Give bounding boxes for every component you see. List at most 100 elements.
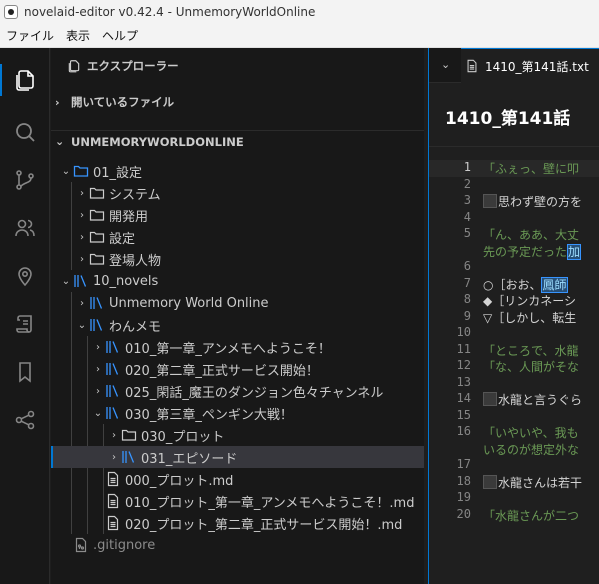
chevron-down-icon[interactable]: ⌄ <box>441 58 450 71</box>
document-title: 1410_第141話 <box>445 109 571 129</box>
line-text: 「いやいや、我も <box>483 426 579 440</box>
explorer-title: エクスプローラー <box>67 58 179 74</box>
app-logo-icon <box>4 5 18 19</box>
library-icon <box>73 273 89 289</box>
text-line <box>483 375 599 392</box>
tree-label: 01_設定 <box>93 165 143 181</box>
folder-icon <box>121 427 137 443</box>
highlighted-text: 鳳師 <box>541 276 568 293</box>
tree-label: わんメモ <box>109 319 162 335</box>
editor-pane: ⌄ 1410_第141話.txt 1410_第141話 1 2 3 4 5 6 … <box>428 48 599 584</box>
menu-view[interactable]: 表示 <box>60 27 96 44</box>
text-line: 「ところで、水龍 <box>483 342 599 359</box>
text-line: 思わず壁の方を <box>483 193 599 210</box>
tree-label: 10_novels <box>93 273 159 289</box>
tree-label: 030_第三章_ペンギン大戦！ <box>125 407 293 423</box>
menu-help[interactable]: ヘルプ <box>96 27 144 44</box>
line-text: 先の予定だった <box>483 244 568 259</box>
tree-label: 025_閑話_魔王のダンジョン色々チャンネル <box>125 385 384 401</box>
library-icon <box>105 339 121 355</box>
line-number: 8 <box>463 292 471 306</box>
tree-folder-interlude[interactable]: › 025_閑話_魔王のダンジョン色々チャンネル <box>51 380 424 402</box>
text-line: ○［おお、鳳師 <box>483 276 599 293</box>
text-line: 「水龍さんが二つ <box>483 507 599 524</box>
line-text: 「ところで、水龍 <box>483 343 579 358</box>
tree-folder-system[interactable]: › システム <box>51 182 424 204</box>
text-line: 「な、人間がそな <box>483 358 599 375</box>
folder-open-icon <box>73 163 89 179</box>
line-number: 6 <box>463 259 471 273</box>
explorer-sidebar: エクスプローラー › 開いているファイル ⌄ UNMEMORYWORLDONLI… <box>51 48 424 584</box>
line-number <box>429 243 473 260</box>
tree-folder-novels[interactable]: ⌄ 10_novels <box>51 270 424 292</box>
tree-file-plot-ch1[interactable]: 010_プロット_第一章_アンメモへようこそ！.md <box>51 490 424 512</box>
line-number: 16 <box>456 424 471 438</box>
tree-folder-characters[interactable]: › 登場人物 <box>51 248 424 270</box>
indent-space-marker <box>483 392 497 406</box>
folder-icon <box>89 251 105 267</box>
library-icon <box>105 361 121 377</box>
tree-file-plot-ch2[interactable]: 020_プロット_第二章_正式サービス開始！.md <box>51 512 424 534</box>
text-line: ◆［リンカネーシ <box>483 292 599 309</box>
line-number: 15 <box>456 407 471 422</box>
tree-folder-unmemory[interactable]: › Unmemory World Online <box>51 292 424 314</box>
tree-file-gitignore[interactable]: .gitignore <box>51 534 424 556</box>
text-line: 先の予定だった加 <box>483 243 599 260</box>
file-text-icon <box>105 471 121 487</box>
tab-label: 1410_第141話.txt <box>485 59 589 74</box>
line-number: 10 <box>456 325 471 339</box>
tree-file-plot-md[interactable]: 000_プロット.md <box>51 468 424 490</box>
workspace-section[interactable]: ⌄ UNMEMORYWORLDONLINE <box>51 130 424 152</box>
activity-bar <box>0 48 50 584</box>
bookmark-icon[interactable] <box>0 350 50 394</box>
search-icon[interactable] <box>0 110 50 154</box>
line-text: いるのが想定外な <box>483 442 580 457</box>
users-icon[interactable] <box>0 206 50 250</box>
scroll-icon[interactable] <box>0 302 50 346</box>
tree-folder-ch3[interactable]: ⌄ 030_第三章_ペンギン大戦！ <box>51 402 424 424</box>
tree-folder-ch1[interactable]: › 010_第一章_アンメモへようこそ！ <box>51 336 424 358</box>
tree-label: 開発用 <box>109 209 149 225</box>
source-control-icon[interactable] <box>0 158 50 202</box>
line-number: 20 <box>456 506 471 521</box>
chevron-right-icon: › <box>55 95 60 109</box>
line-number: 7 <box>463 275 471 290</box>
menu-file[interactable]: ファイル <box>0 27 60 44</box>
line-number <box>429 441 473 458</box>
line-number-gutter: 1 2 3 4 5 6 7 8 9 10 11 12 13 14 15 16 1… <box>429 160 473 523</box>
tree-folder-dev[interactable]: › 開発用 <box>51 204 424 226</box>
line-number: 5 <box>463 226 471 240</box>
tab-episode-file[interactable]: 1410_第141話.txt <box>461 48 599 83</box>
files-icon <box>68 60 80 73</box>
explorer-icon[interactable] <box>0 58 50 102</box>
tree-label: 登場人物 <box>109 253 162 269</box>
tree-folder-episode[interactable]: › 031_エピソード <box>51 446 424 468</box>
share-icon[interactable] <box>0 398 50 442</box>
line-number: 18 <box>456 473 471 488</box>
tree-folder-plot[interactable]: › 030_プロット <box>51 424 424 446</box>
window-title: novelaid-editor v0.42.4 - UnmemoryWorldO… <box>24 5 316 19</box>
folder-icon <box>89 185 105 201</box>
tree-folder-wanmemo[interactable]: ⌄ わんメモ <box>51 314 424 336</box>
git-file-icon <box>73 537 89 553</box>
line-text: 「な、人間がそな <box>483 360 580 374</box>
open-files-section[interactable]: › 開いているファイル <box>51 91 424 113</box>
line-number: 14 <box>456 391 471 405</box>
text-area[interactable]: 「ふぇっ、壁に叩 思わず壁の方を 「ん、ああ、大丈 先の予定だった加 ○［おお、… <box>483 160 599 523</box>
text-line <box>483 259 599 276</box>
text-line <box>483 325 599 342</box>
line-number: 19 <box>456 490 471 504</box>
location-pin-icon[interactable] <box>0 254 50 298</box>
tree-folder-ch2[interactable]: › 020_第二章_正式サービス開始！ <box>51 358 424 380</box>
tree-folder-config[interactable]: › 設定 <box>51 226 424 248</box>
file-text-icon <box>105 493 121 509</box>
library-icon <box>89 295 105 311</box>
tree-label: Unmemory World Online <box>109 295 269 311</box>
text-line: いるのが想定外な <box>483 441 599 458</box>
tree-label: 020_プロット_第二章_正式サービス開始！.md <box>125 517 403 533</box>
chevron-right-icon: › <box>96 363 100 375</box>
library-icon <box>89 317 105 333</box>
divider <box>429 146 599 147</box>
tree-folder-settings[interactable]: ⌄ 01_設定 <box>51 160 424 182</box>
line-number: 11 <box>456 341 471 356</box>
